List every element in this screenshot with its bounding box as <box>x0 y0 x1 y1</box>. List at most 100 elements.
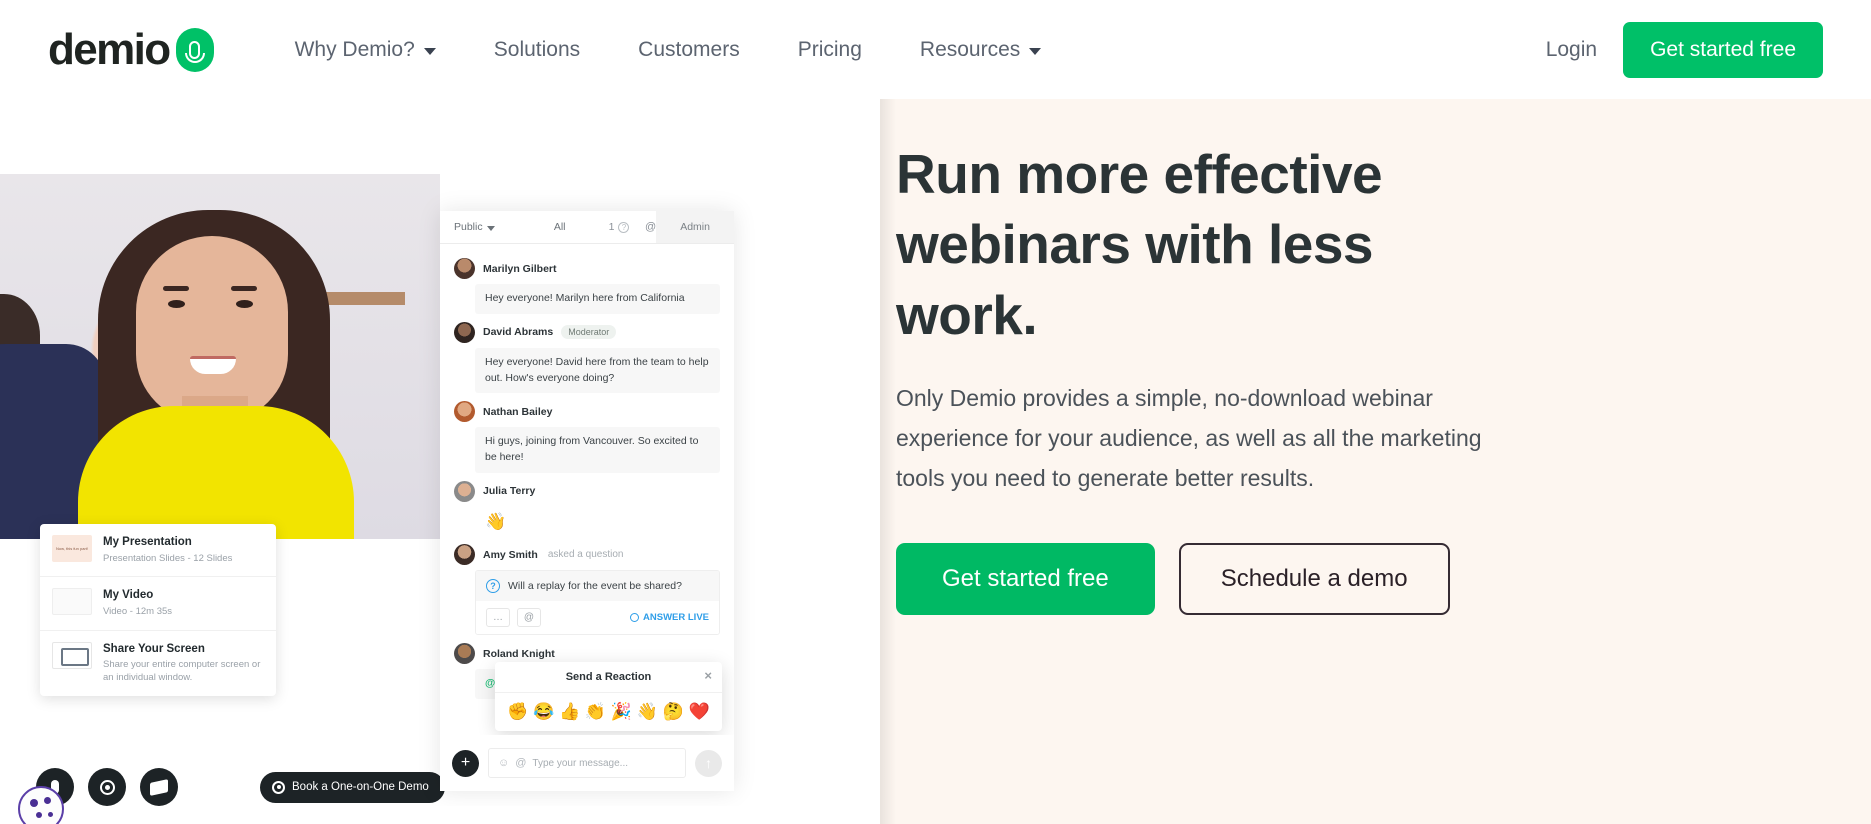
nav-item-label: Pricing <box>797 37 862 61</box>
demio-logo[interactable]: demio <box>48 24 214 74</box>
presentation-option-title: Share Your Screen <box>103 642 205 655</box>
book-one-on-one-demo-button[interactable]: Book a One-on-One Demo <box>260 771 445 803</box>
chat-message-text: Hi guys, joining from Vancouver. So exci… <box>475 427 720 473</box>
hero-copy-column: Run more effective webinars with less wo… <box>880 99 1871 824</box>
chat-question-count: 1 ? <box>593 221 645 233</box>
chat-message-author: Marilyn Gilbert <box>483 262 557 275</box>
presentation-option-title: My Presentation <box>103 536 192 548</box>
product-screenshot: Now, this fun part! My Presentation Pres… <box>0 99 880 824</box>
record-dot-icon <box>272 780 285 794</box>
hero-subtitle: Only Demio provides a simple, no-downloa… <box>896 385 1482 492</box>
chat-message-input[interactable]: ☺ @ Type your message... <box>488 748 686 778</box>
chat-message-question: Amy Smith asked a question ? Will a repl… <box>440 538 734 637</box>
chat-filter-all[interactable]: All <box>526 221 593 233</box>
question-card-body: ? Will a replay for the event be shared? <box>476 571 719 602</box>
chat-message: Marilyn Gilbert Hey everyone! Marilyn he… <box>440 252 734 316</box>
emoji-icon[interactable]: ☺ <box>498 757 509 769</box>
add-attachment-button[interactable]: + <box>452 749 479 777</box>
presentation-option-meta: Video - 12m 35s <box>103 605 173 617</box>
presentation-selector-panel: Now, this fun part! My Presentation Pres… <box>40 524 276 696</box>
at-icon[interactable]: @ <box>515 757 526 769</box>
reaction-emoji[interactable]: ❤️ <box>689 702 710 722</box>
presentation-option-my-video[interactable]: My Video Video - 12m 35s <box>40 577 276 631</box>
chat-panel: Public All 1 ? @ Admin Marilyn Gilbert H… <box>440 211 734 791</box>
hero-cta-group: Get started free Schedule a demo <box>896 543 1500 616</box>
reaction-emoji[interactable]: ✊ <box>507 702 528 722</box>
nav-item-pricing[interactable]: Pricing <box>769 30 891 70</box>
presentation-option-meta: Presentation Slides - 12 Slides <box>103 552 233 564</box>
chevron-down-icon <box>1029 47 1042 55</box>
close-icon[interactable]: × <box>704 669 712 682</box>
chat-message: Nathan Bailey Hi guys, joining from Vanc… <box>440 395 734 475</box>
chat-visibility-dropdown[interactable]: Public <box>440 221 526 233</box>
get-started-free-nav-button[interactable]: Get started free <box>1623 21 1823 78</box>
page-title: Run more effective webinars with less wo… <box>896 143 1383 346</box>
video-thumb-icon <box>52 588 92 616</box>
chat-message-author: David Abrams <box>483 326 554 339</box>
camera-icon[interactable] <box>88 768 126 806</box>
send-reaction-title: Send a Reaction <box>565 671 652 683</box>
avatar <box>454 480 475 502</box>
chat-message-author: Amy Smith <box>483 548 538 561</box>
chat-message-author: Roland Knight <box>483 647 555 660</box>
question-mark-icon: ? <box>486 579 500 594</box>
chat-message-text: Hey everyone! Marilyn here from Californ… <box>475 284 720 314</box>
nav-item-label: Resources <box>919 37 1021 61</box>
send-reaction-popup: Send a Reaction × ✊ 😂 👍 👏 🎉 👋 🤔 ❤️ <box>495 662 722 731</box>
chat-message-emoji: 👋 <box>485 511 507 531</box>
chat-message-header: Amy Smith asked a question <box>454 544 720 566</box>
chat-tab-admin[interactable]: Admin <box>656 211 734 243</box>
schedule-a-demo-button[interactable]: Schedule a demo <box>1178 543 1450 616</box>
reaction-emoji[interactable]: 👋 <box>637 702 658 722</box>
question-mark-icon: ? <box>618 221 630 233</box>
avatar <box>454 544 475 566</box>
question-card: ? Will a replay for the event be shared?… <box>475 570 720 636</box>
chat-message: David Abrams Moderator Hey everyone! Dav… <box>440 316 734 396</box>
page-bottom-strip <box>0 806 880 824</box>
answer-live-button[interactable]: ANSWER LIVE <box>630 612 709 623</box>
chat-message: Julia Terry 👋 <box>440 475 734 539</box>
nav-item-solutions[interactable]: Solutions <box>465 30 609 70</box>
question-card-actions: … @ ANSWER LIVE <box>476 601 719 635</box>
presentation-option-my-presentation[interactable]: Now, this fun part! My Presentation Pres… <box>40 524 276 578</box>
presentation-option-title: My Video <box>103 589 154 602</box>
presentation-option-meta: Share your entire computer screen or an … <box>103 659 261 683</box>
chat-input-placeholder: Type your message... <box>532 757 629 769</box>
reaction-emoji[interactable]: 👏 <box>585 702 606 722</box>
cookie-consent-icon[interactable] <box>18 786 64 824</box>
get-started-free-hero-button[interactable]: Get started free <box>896 543 1155 616</box>
monitor-icon <box>52 641 92 669</box>
top-navigation-bar: demio Why Demio? Solutions Customers Pri… <box>0 0 1871 99</box>
login-link[interactable]: Login <box>1546 38 1597 62</box>
nav-item-customers[interactable]: Customers <box>609 30 769 70</box>
chevron-down-icon <box>423 47 436 55</box>
microphone-icon <box>175 27 214 72</box>
reaction-emoji[interactable]: 🤔 <box>663 702 684 722</box>
chat-message-author: Nathan Bailey <box>483 405 553 418</box>
chat-message-text: Hey everyone! David here from the team t… <box>475 347 720 394</box>
moderator-badge: Moderator <box>561 325 617 340</box>
nav-item-label: Solutions <box>493 37 581 61</box>
logo-wordmark: demio <box>48 24 171 74</box>
nav-item-resources[interactable]: Resources <box>891 30 1070 70</box>
at-icon[interactable]: @ <box>517 608 541 628</box>
avatar <box>454 401 475 423</box>
chevron-down-icon <box>486 225 495 231</box>
chat-message-header: Julia Terry <box>454 480 720 502</box>
presenter-video-feed <box>0 174 440 539</box>
more-options-icon[interactable]: … <box>486 608 510 628</box>
reaction-emoji-row: ✊ 😂 👍 👏 🎉 👋 🤔 ❤️ <box>495 693 722 731</box>
send-message-button[interactable]: ↑ <box>695 749 722 777</box>
reaction-emoji[interactable]: 👍 <box>559 702 580 722</box>
presentation-option-share-screen[interactable]: Share Your Screen Share your entire comp… <box>40 631 276 696</box>
question-count-value: 1 <box>608 221 615 233</box>
nav-item-label: Customers <box>638 37 740 61</box>
nav-item-why-demio[interactable]: Why Demio? <box>266 30 465 70</box>
reaction-emoji[interactable]: 🎉 <box>611 702 632 722</box>
nav-actions: Login Get started free <box>1546 21 1823 78</box>
reaction-emoji[interactable]: 😂 <box>533 702 554 722</box>
chat-message-header: David Abrams Moderator <box>454 321 720 343</box>
share-screen-icon[interactable] <box>140 768 178 806</box>
at-icon[interactable]: @ <box>645 221 656 233</box>
avatar <box>454 321 475 343</box>
